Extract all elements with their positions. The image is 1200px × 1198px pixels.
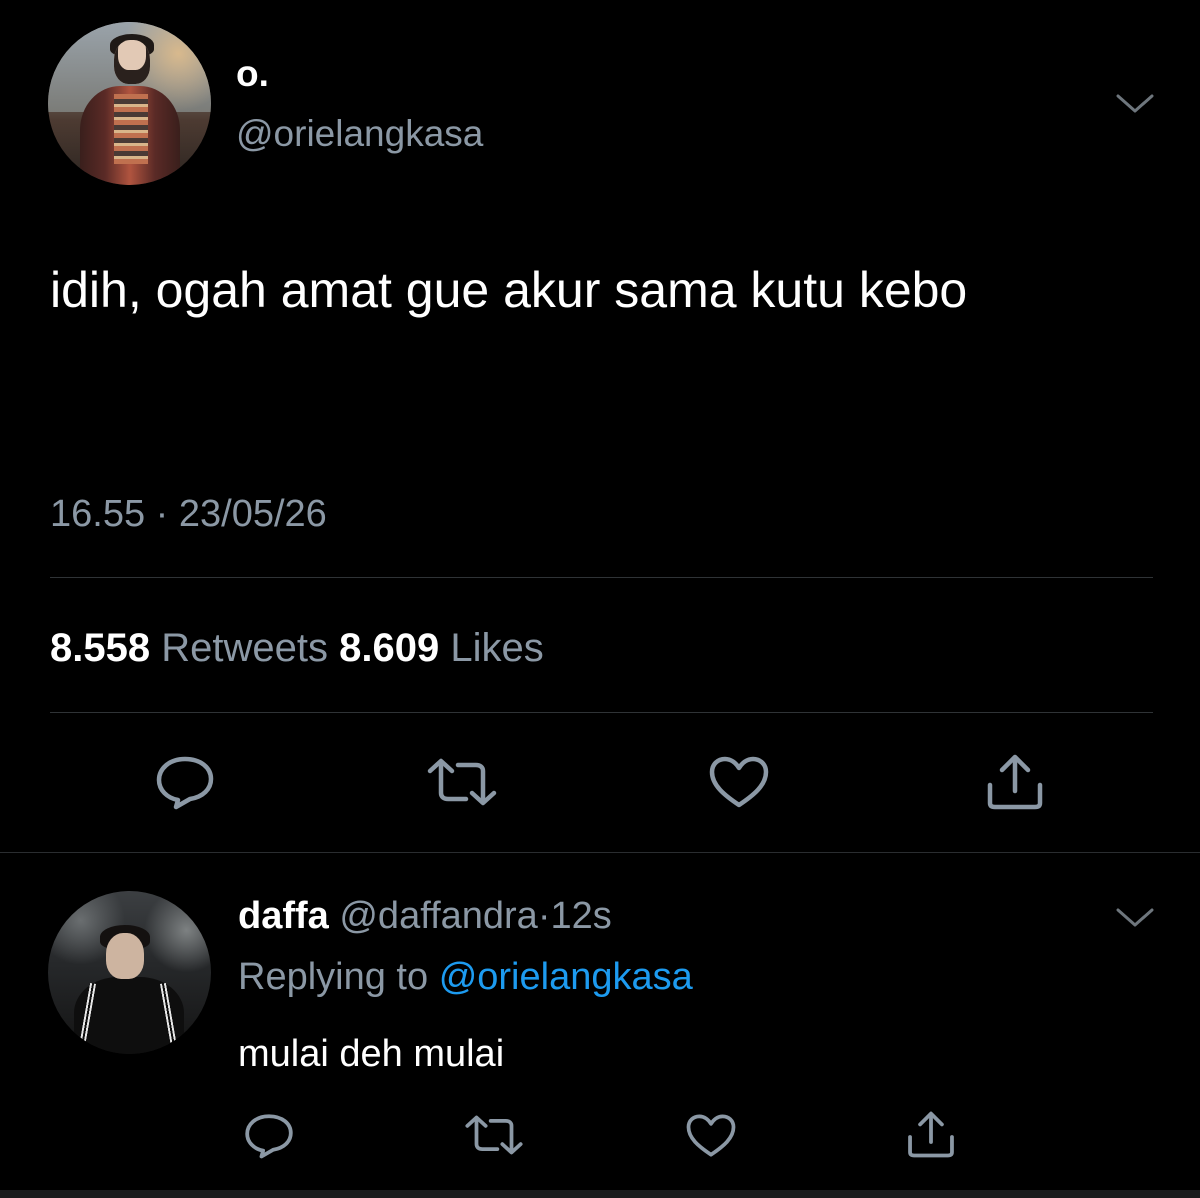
user-handle[interactable]: @orielangkasa [236, 112, 483, 156]
reply-button[interactable] [240, 1110, 298, 1160]
display-name[interactable]: o. [236, 52, 269, 96]
tweet-timestamp: 16.55 · 23/05/26 [50, 493, 327, 535]
reply-icon [245, 1113, 293, 1158]
reply-button[interactable] [150, 752, 220, 812]
avatar[interactable] [48, 22, 211, 185]
likes-count[interactable]: 8.609 [339, 626, 439, 670]
divider [50, 712, 1153, 713]
avatar[interactable] [48, 891, 211, 1054]
separator-dot: · [537, 895, 551, 937]
avatar-face [114, 40, 150, 84]
share-icon [987, 754, 1043, 810]
share-button[interactable] [980, 752, 1050, 812]
chevron-down-icon[interactable] [1114, 88, 1156, 118]
replying-to-link[interactable]: @orielangkasa [439, 956, 693, 998]
main-tweet: o. @orielangkasa idih, ogah amat gue aku… [0, 0, 1200, 852]
reply-icon [156, 756, 214, 810]
retweets-count[interactable]: 8.558 [50, 626, 150, 670]
tweet-text: idih, ogah amat gue akur sama kutu kebo [50, 262, 968, 318]
reply-text: mulai deh mulai [238, 1033, 505, 1075]
reply-timestamp: 12s [550, 895, 612, 937]
retweet-icon [465, 1115, 523, 1155]
divider [50, 577, 1153, 578]
tweet-detail-screen: o. @orielangkasa idih, ogah amat gue aku… [0, 0, 1200, 1198]
like-icon [686, 1113, 736, 1157]
replying-to-label: Replying to [238, 956, 429, 998]
share-button[interactable] [902, 1108, 960, 1160]
share-icon [908, 1111, 954, 1157]
avatar-shirt [114, 94, 148, 164]
like-button[interactable] [682, 1110, 740, 1160]
reply-user-handle[interactable]: @daffandra [339, 895, 537, 937]
like-icon [709, 756, 769, 808]
reply-display-name[interactable]: daffa [238, 895, 329, 937]
bottom-edge [0, 1190, 1200, 1198]
retweets-label[interactable]: Retweets [161, 626, 328, 670]
replying-to-line: Replying to @orielangkasa [238, 954, 693, 1000]
retweet-button[interactable] [424, 752, 500, 812]
retweet-button[interactable] [462, 1110, 526, 1160]
chevron-down-icon[interactable] [1114, 902, 1156, 932]
divider [0, 852, 1200, 853]
like-button[interactable] [704, 752, 774, 812]
avatar-face [106, 933, 144, 979]
likes-label[interactable]: Likes [450, 626, 543, 670]
tweet-stats: 8.558 Retweets 8.609 Likes [50, 622, 544, 674]
retweet-icon [427, 758, 497, 806]
reply-header: daffa @daffandra·12s [238, 893, 612, 939]
